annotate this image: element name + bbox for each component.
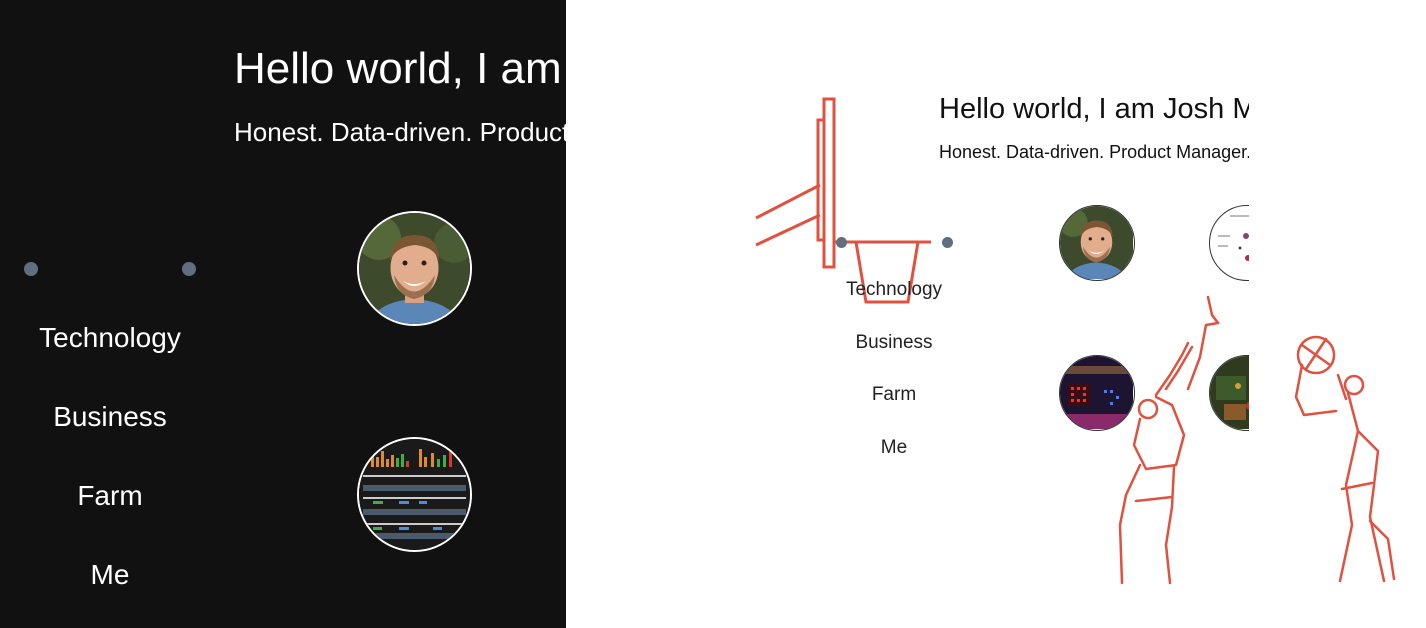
- nav-dot-left: [24, 262, 38, 276]
- page-title: Hello world, I am Josh M: [939, 93, 1249, 125]
- dashboard-thumbnail-icon: [359, 439, 470, 550]
- nav-dot-right: [182, 262, 196, 276]
- led-display-photo[interactable]: [1059, 355, 1135, 431]
- document-thumbnail-icon: [1218, 215, 1249, 261]
- nav-item-me[interactable]: Me: [826, 437, 962, 459]
- document-thumbnail[interactable]: [1209, 205, 1249, 281]
- dark-theme-panel: Hello world, I am Josh M Honest. Data-dr…: [0, 0, 566, 628]
- nav-dot-left: [836, 237, 847, 248]
- profile-photo[interactable]: [1059, 205, 1135, 281]
- portrait-photo-icon: [1060, 206, 1133, 279]
- nav-item-business[interactable]: Business: [826, 332, 962, 354]
- portrait-photo-icon: [359, 213, 470, 324]
- nav-item-technology[interactable]: Technology: [826, 279, 962, 301]
- nav-item-me[interactable]: Me: [0, 559, 220, 591]
- page-title: Hello world, I am Josh M: [234, 44, 566, 93]
- nav-item-farm[interactable]: Farm: [0, 480, 220, 512]
- nav-item-technology[interactable]: Technology: [0, 322, 220, 354]
- nav-dot-right: [942, 237, 953, 248]
- page-subtitle: Honest. Data-driven. Product Manager.: [234, 117, 566, 147]
- light-theme-panel: Hello world, I am Josh M Honest. Data-dr…: [566, 0, 1426, 628]
- basketball-players-illustration: [1118, 295, 1396, 585]
- nav-item-business[interactable]: Business: [0, 401, 220, 433]
- nav-item-farm[interactable]: Farm: [826, 384, 962, 406]
- top-bar: [0, 0, 566, 6]
- dashboard-screenshot[interactable]: [357, 437, 472, 552]
- profile-photo[interactable]: [357, 211, 472, 326]
- led-photo-icon: [1060, 356, 1133, 429]
- page-subtitle: Honest. Data-driven. Product Manager.: [939, 142, 1249, 162]
